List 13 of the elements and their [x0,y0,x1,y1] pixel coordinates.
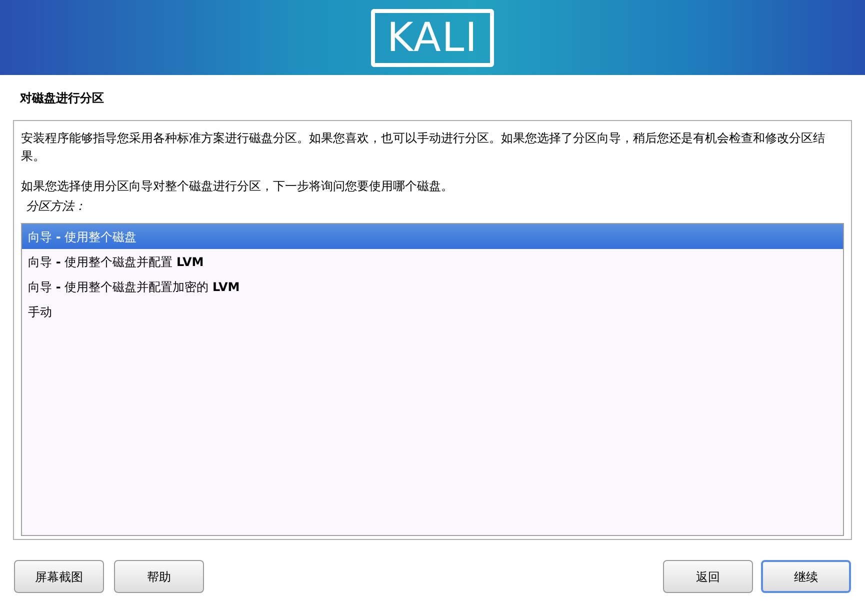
toolbar-button[interactable]: 帮助 [114,560,204,593]
paragraph: 如果您选择使用分区向导对整个磁盘进行分区，下一步将询问您要使用哪个磁盘。 [21,178,454,195]
list-item[interactable]: 向导 - 使用整个磁盘并配置加密的 LVM [22,274,843,299]
paragraph: 安装程序能够指导您采用各种标准方案进行磁盘分区。如果您喜欢，也可以手动进行分区。如果您选择了分区向导，稍后您还是有机会检查和修改分区结果。 [21,130,826,165]
nav-button[interactable]: 返回 [663,560,753,593]
list-label: 分区方法： [26,198,87,215]
toolbar-button[interactable]: 屏幕截图 [14,560,104,593]
list-item[interactable]: 向导 - 使用整个磁盘并配置 LVM [22,249,843,274]
logo: KALI [371,8,494,66]
list-item[interactable]: 向导 - 使用整个磁盘 [22,224,843,249]
page-title: 对磁盘进行分区 [20,90,105,107]
list-item[interactable]: 手动 [22,299,843,324]
nav-button[interactable]: 继续 [761,560,851,593]
